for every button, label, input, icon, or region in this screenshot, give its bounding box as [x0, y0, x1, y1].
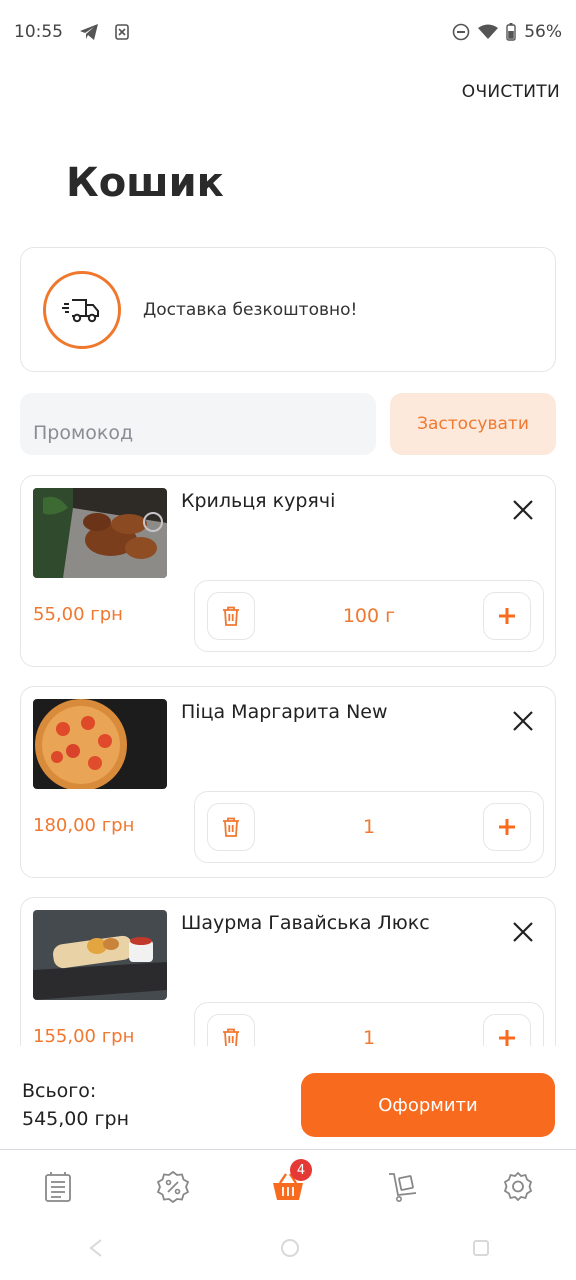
nav-menu[interactable]: [23, 1157, 93, 1217]
order-summary-bar: Всього: 545,00 грн Оформити: [0, 1046, 576, 1150]
increase-plus-button[interactable]: [483, 803, 531, 851]
item-image-pizza: [33, 699, 167, 789]
status-time: 10:55: [14, 22, 63, 42]
dnd-icon: [452, 23, 470, 41]
total-value: 545,00 грн: [22, 1108, 129, 1130]
cart-count-badge: 4: [289, 1159, 312, 1181]
increase-plus-button[interactable]: [483, 592, 531, 640]
delivery-text: Доставка безкоштовно!: [143, 299, 358, 320]
item-name: Шаурма Гавайська Люкс: [181, 912, 430, 934]
remove-item-close-icon[interactable]: [511, 709, 535, 733]
delivery-truck-icon: [62, 298, 99, 322]
home-icon[interactable]: [280, 1238, 300, 1258]
remove-item-close-icon[interactable]: [511, 498, 535, 522]
cart-item: Крильця курячі 55,00 грн 100 г: [20, 475, 556, 667]
nav-settings[interactable]: [483, 1157, 553, 1217]
delivery-cart-icon: [389, 1173, 417, 1202]
apply-promo-button[interactable]: Застосувати: [390, 393, 556, 455]
truck-icon-circle: [43, 270, 121, 349]
delivery-banner: Доставка безкоштовно!: [20, 247, 556, 372]
page-title: Кошик: [66, 160, 224, 206]
nav-discounts[interactable]: [138, 1157, 208, 1217]
status-bar: 10:55 56%: [0, 0, 576, 64]
system-navigation-bar: [0, 1236, 576, 1260]
quantity-stepper: 1: [194, 791, 544, 863]
discount-icon: [156, 1170, 189, 1204]
battery-percent: 56%: [524, 22, 562, 42]
promo-code-input[interactable]: [20, 393, 376, 455]
notification-icon: [115, 24, 129, 40]
wifi-icon: [478, 24, 499, 39]
nav-delivery[interactable]: [368, 1157, 438, 1217]
item-image-chicken-wings: [33, 488, 167, 578]
remove-item-close-icon[interactable]: [511, 920, 535, 944]
settings-gear-icon: [504, 1171, 533, 1202]
item-name: Піца Маргарита New: [181, 701, 388, 723]
cart-item: Піца Маргарита New 180,00 грн 1: [20, 686, 556, 878]
recents-icon[interactable]: [471, 1238, 491, 1258]
item-price: 155,00 грн: [33, 1026, 135, 1047]
plus-icon: [499, 1030, 515, 1046]
quantity-stepper: 100 г: [194, 580, 544, 652]
total-label: Всього:: [22, 1080, 97, 1102]
item-name: Крильця курячі: [181, 490, 336, 512]
battery-icon: [506, 23, 516, 41]
nav-cart[interactable]: 4: [253, 1157, 323, 1217]
item-price: 55,00 грн: [33, 604, 123, 625]
telegram-icon: [80, 24, 98, 40]
checkout-button[interactable]: Оформити: [301, 1073, 555, 1137]
item-price: 180,00 грн: [33, 815, 135, 836]
bottom-navigation: 4: [0, 1152, 576, 1222]
clear-cart-button[interactable]: ОЧИСТИТИ: [462, 82, 560, 102]
back-icon[interactable]: [85, 1238, 109, 1258]
plus-icon: [499, 608, 515, 624]
menu-list-icon: [44, 1172, 71, 1202]
item-image-shawarma: [33, 910, 167, 1000]
plus-icon: [499, 819, 515, 835]
